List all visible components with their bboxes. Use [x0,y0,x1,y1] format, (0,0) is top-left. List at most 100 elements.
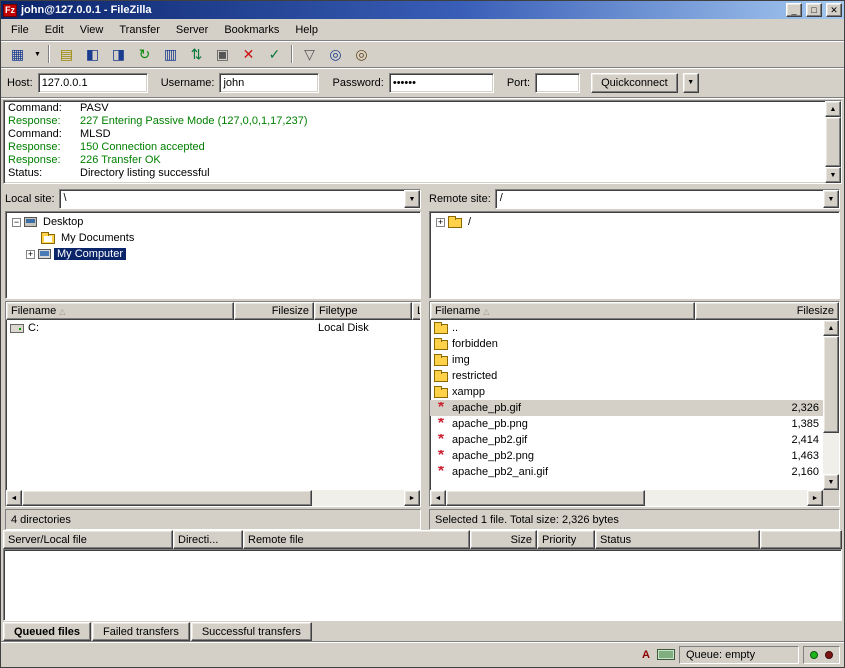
menu-bookmarks[interactable]: Bookmarks [216,21,287,39]
local-directory-tree[interactable]: − Desktop My Documents + My Computer [5,211,421,299]
scroll-down-button[interactable]: ▼ [823,474,839,490]
password-input[interactable] [389,73,494,93]
remote-directory-tree[interactable]: + / [429,211,840,299]
search-button[interactable]: ◎ [349,43,374,65]
scroll-left-button[interactable]: ◄ [430,490,446,506]
title-bar[interactable]: Fz john@127.0.0.1 - FileZilla _ □ ✕ [1,1,844,19]
column-last-modified[interactable]: L [412,302,420,320]
menu-transfer[interactable]: Transfer [111,21,168,39]
column-direction[interactable]: Directi... [173,530,243,549]
process-queue-button[interactable]: ⇅ [184,43,209,65]
menu-edit[interactable]: Edit [37,21,72,39]
scroll-track[interactable] [823,336,839,474]
image-file-icon: * [434,419,448,429]
scroll-thumb[interactable] [823,336,839,433]
local-horizontal-scrollbar[interactable]: ◄ ► [6,490,420,506]
log-line: Status:Directory listing successful [8,167,821,180]
column-remote-file[interactable]: Remote file [243,530,470,549]
quickconnect-dropdown-button[interactable]: ▼ [683,73,699,93]
port-input[interactable] [535,73,580,93]
log-prefix: Response: [8,154,80,167]
site-manager-dropdown-button[interactable]: ▼ [31,43,44,65]
scroll-thumb[interactable] [22,490,312,506]
remote-file-row[interactable]: *apache_pb2.gif2,414 [430,432,823,448]
remote-file-row[interactable]: forbidden [430,336,823,352]
column-filesize[interactable]: Filesize [234,302,314,320]
maximize-button[interactable]: □ [806,3,822,17]
toggle-local-tree-button[interactable]: ◧ [80,43,105,65]
remote-file-row[interactable]: xampp [430,384,823,400]
collapse-icon[interactable]: − [12,218,21,227]
close-button[interactable]: ✕ [826,3,842,17]
tree-item-root[interactable]: + / [432,214,837,230]
column-filename[interactable]: Filename△ [6,302,234,320]
scroll-down-button[interactable]: ▼ [825,167,841,183]
menu-help[interactable]: Help [287,21,326,39]
column-filesize[interactable]: Filesize [695,302,839,320]
scroll-left-button[interactable]: ◄ [6,490,22,506]
tree-label[interactable]: My Documents [58,232,137,244]
remote-file-row[interactable]: *apache_pb.png1,385 [430,416,823,432]
tab-failed-transfers[interactable]: Failed transfers [92,622,190,641]
remote-file-row[interactable]: img [430,352,823,368]
scroll-thumb[interactable] [446,490,645,506]
tree-item-desktop[interactable]: − Desktop [8,214,418,230]
column-filename[interactable]: Filename△ [430,302,695,320]
menu-server[interactable]: Server [168,21,216,39]
remote-site-combo[interactable]: / ▼ [495,189,840,209]
toggle-queue-button[interactable]: ▥ [158,43,183,65]
column-size[interactable]: Size [470,530,537,549]
local-file-row[interactable]: C: Local Disk [6,320,420,336]
remote-file-row[interactable]: *apache_pb2_ani.gif2,160 [430,464,823,480]
dropdown-icon[interactable]: ▼ [404,190,420,208]
toggle-remote-tree-button[interactable]: ◨ [106,43,131,65]
column-priority[interactable]: Priority [537,530,595,549]
log-scrollbar[interactable]: ▲ ▼ [825,101,841,183]
remote-file-row[interactable]: *apache_pb2.png1,463 [430,448,823,464]
scroll-track[interactable] [825,117,841,167]
remote-file-row[interactable]: .. [430,320,823,336]
local-site-combo[interactable]: \ ▼ [59,189,421,209]
site-manager-button[interactable]: ▦ [5,43,30,65]
disconnect-button[interactable]: ✓ [262,43,287,65]
host-input[interactable] [38,73,148,93]
remote-file-row[interactable]: restricted [430,368,823,384]
quickconnect-button[interactable]: Quickconnect [591,73,678,93]
directory-comparison-button[interactable]: ▣ [210,43,235,65]
remote-horizontal-scrollbar[interactable]: ◄ ► [430,490,839,506]
expand-icon[interactable]: + [436,218,445,227]
refresh-button[interactable]: ↻ [132,43,157,65]
tab-successful-transfers[interactable]: Successful transfers [191,622,312,641]
find-button[interactable]: ◎ [323,43,348,65]
scroll-right-button[interactable]: ► [807,490,823,506]
column-filetype[interactable]: Filetype [314,302,412,320]
scroll-thumb[interactable] [825,117,841,167]
column-server-local-file[interactable]: Server/Local file [3,530,173,549]
dropdown-icon[interactable]: ▼ [823,190,839,208]
scroll-track[interactable] [446,490,807,506]
toggle-message-log-button[interactable]: ▤ [54,43,79,65]
filter-button[interactable]: ▽ [297,43,322,65]
scroll-up-button[interactable]: ▲ [825,101,841,117]
main-area: Local site: \ ▼ − Desktop My Documents [1,186,844,530]
remote-file-row-selected[interactable]: *apache_pb.gif2,326 [430,400,823,416]
file-name: C: [28,322,39,334]
tree-label[interactable]: Desktop [40,216,86,228]
menu-file[interactable]: File [3,21,37,39]
cancel-button[interactable]: ✕ [236,43,261,65]
tree-label[interactable]: / [465,216,474,228]
column-status[interactable]: Status [595,530,760,549]
minimize-button[interactable]: _ [786,3,802,17]
tree-item-my-documents[interactable]: My Documents [8,230,418,246]
expand-icon[interactable]: + [26,250,35,259]
tree-label-selected[interactable]: My Computer [54,248,126,260]
tree-item-my-computer[interactable]: + My Computer [8,246,418,262]
remote-vertical-scrollbar[interactable]: ▲ ▼ [823,320,839,490]
scroll-up-button[interactable]: ▲ [823,320,839,336]
tab-queued-files[interactable]: Queued files [3,622,91,641]
scroll-right-button[interactable]: ► [404,490,420,506]
scroll-track[interactable] [22,490,404,506]
username-input[interactable] [219,73,319,93]
menu-view[interactable]: View [72,21,112,39]
queue-body[interactable] [3,549,842,621]
